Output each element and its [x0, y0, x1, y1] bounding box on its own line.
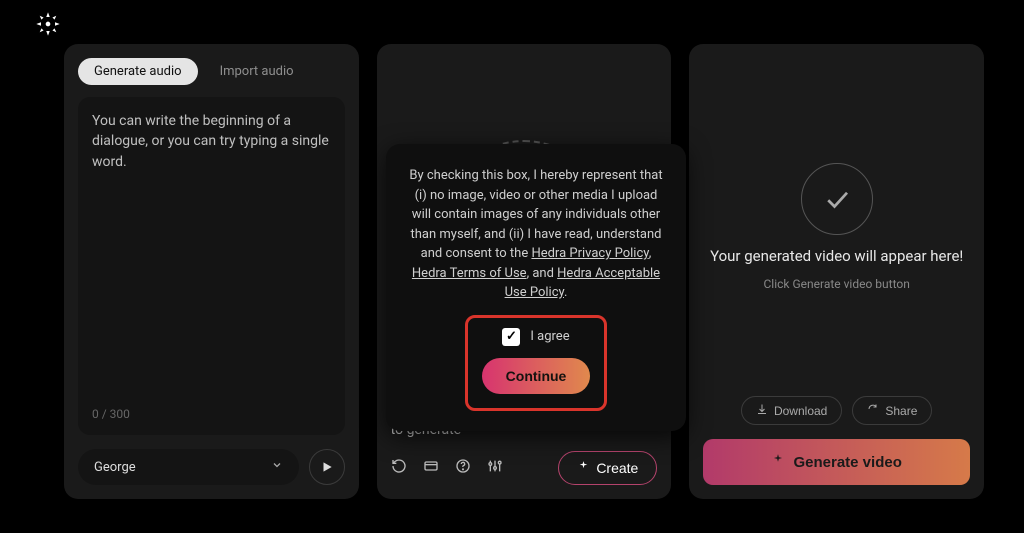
- tab-generate-audio[interactable]: Generate audio: [78, 58, 198, 85]
- share-label: Share: [885, 404, 917, 418]
- agree-label: I agree: [530, 329, 569, 344]
- share-icon: [867, 403, 879, 418]
- preview-title: Your generated video will appear here!: [710, 247, 963, 265]
- sparkle-icon: [771, 453, 785, 471]
- play-button[interactable]: [309, 449, 345, 485]
- settings-sliders-icon[interactable]: [487, 458, 503, 478]
- consent-action-highlight: ✓ I agree Continue: [465, 315, 608, 411]
- download-icon: [756, 403, 768, 418]
- help-icon[interactable]: [455, 458, 471, 478]
- chevron-down-icon: [271, 459, 283, 475]
- consent-modal: By checking this box, I hereby represent…: [386, 144, 686, 431]
- create-label: Create: [596, 460, 638, 476]
- refresh-icon[interactable]: [391, 458, 407, 478]
- link-privacy-policy[interactable]: Hedra Privacy Policy: [531, 246, 648, 261]
- tab-import-audio[interactable]: Import audio: [204, 58, 310, 85]
- download-button[interactable]: Download: [741, 396, 842, 425]
- sparkle-icon: [577, 460, 590, 476]
- script-textarea[interactable]: You can write the beginning of a dialogu…: [78, 97, 345, 435]
- check-circle-icon: [801, 163, 873, 235]
- app-logo: [34, 10, 62, 38]
- download-label: Download: [774, 404, 827, 418]
- voice-select[interactable]: George: [78, 449, 299, 485]
- voice-selected-label: George: [94, 460, 136, 475]
- output-panel: Your generated video will appear here! C…: [689, 44, 984, 499]
- char-counter: 0 / 300: [92, 407, 331, 421]
- preview-subtitle: Click Generate video button: [763, 277, 909, 291]
- generate-label: Generate video: [793, 454, 901, 471]
- aspect-ratio-icon[interactable]: [423, 458, 439, 478]
- generate-video-button[interactable]: Generate video: [703, 439, 970, 485]
- audio-panel: Generate audio Import audio You can writ…: [64, 44, 359, 499]
- create-button[interactable]: Create: [558, 451, 657, 485]
- agree-checkbox[interactable]: ✓: [502, 328, 520, 346]
- script-placeholder: You can write the beginning of a dialogu…: [92, 111, 331, 172]
- continue-button[interactable]: Continue: [482, 358, 591, 394]
- share-button[interactable]: Share: [852, 396, 932, 425]
- consent-text: By checking this box, I hereby represent…: [406, 166, 666, 303]
- link-terms-of-use[interactable]: Hedra Terms of Use: [412, 266, 527, 281]
